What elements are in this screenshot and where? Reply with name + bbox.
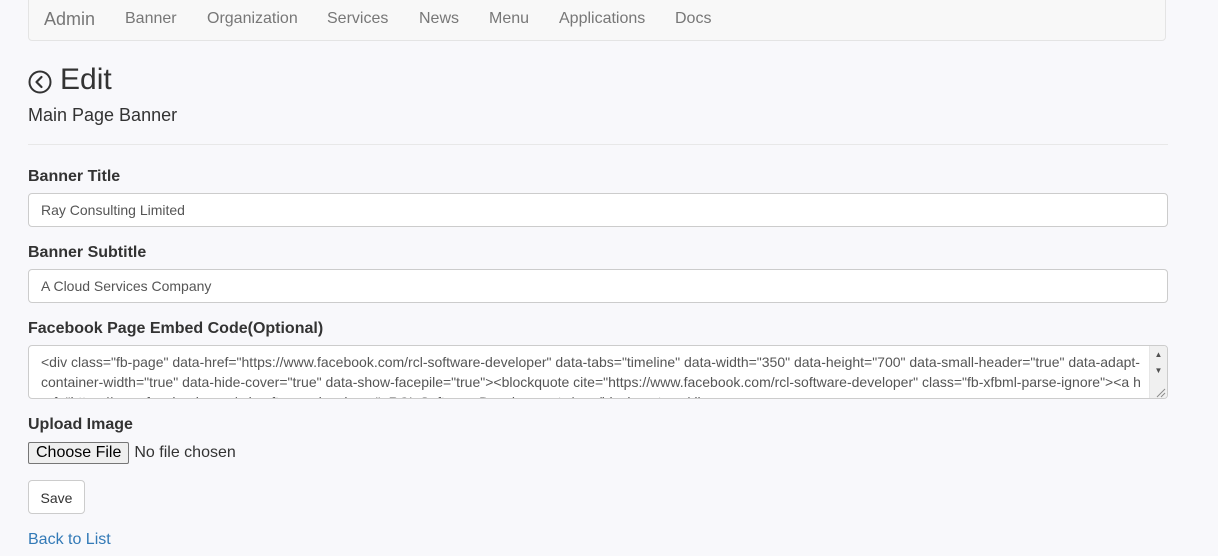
facebook-embed-textarea[interactable]: <div class="fb-page" data-href="https://… <box>28 345 1168 399</box>
page-title-text: Edit <box>60 63 112 96</box>
top-navbar: Admin Banner Organization Services News … <box>28 0 1166 41</box>
nav-item-services[interactable]: Services <box>327 9 388 29</box>
upload-image-label: Upload Image <box>28 416 133 433</box>
file-status-text: No file chosen <box>134 444 236 461</box>
file-upload-control: Choose File No file chosen <box>28 442 236 464</box>
resize-grip-icon[interactable] <box>1154 385 1166 398</box>
save-button[interactable]: Save <box>28 480 85 514</box>
back-to-list-link[interactable]: Back to List <box>28 530 111 550</box>
circle-chevron-left-icon[interactable] <box>28 70 52 94</box>
scroll-down-arrow-icon[interactable]: ▼ <box>1150 364 1167 378</box>
nav-brand-admin[interactable]: Admin <box>44 8 95 30</box>
page-title: Edit <box>28 62 112 98</box>
facebook-embed-label: Facebook Page Embed Code(Optional) <box>28 320 324 337</box>
nav-item-docs[interactable]: Docs <box>675 9 711 29</box>
nav-item-news[interactable]: News <box>419 9 459 29</box>
nav-item-organization[interactable]: Organization <box>207 9 298 29</box>
scroll-up-arrow-icon[interactable]: ▲ <box>1150 348 1167 362</box>
header-divider <box>28 144 1168 145</box>
banner-subtitle-input[interactable] <box>28 269 1168 303</box>
banner-title-label: Banner Title <box>28 168 121 185</box>
nav-item-applications[interactable]: Applications <box>559 9 645 29</box>
facebook-embed-value: <div class="fb-page" data-href="https://… <box>41 354 1141 398</box>
banner-subtitle-label: Banner Subtitle <box>28 244 147 261</box>
page-subtitle: Main Page Banner <box>28 105 178 125</box>
nav-item-menu[interactable]: Menu <box>489 9 529 29</box>
choose-file-button[interactable]: Choose File <box>28 442 130 464</box>
nav-item-banner[interactable]: Banner <box>125 9 177 29</box>
banner-title-input[interactable] <box>28 193 1168 227</box>
